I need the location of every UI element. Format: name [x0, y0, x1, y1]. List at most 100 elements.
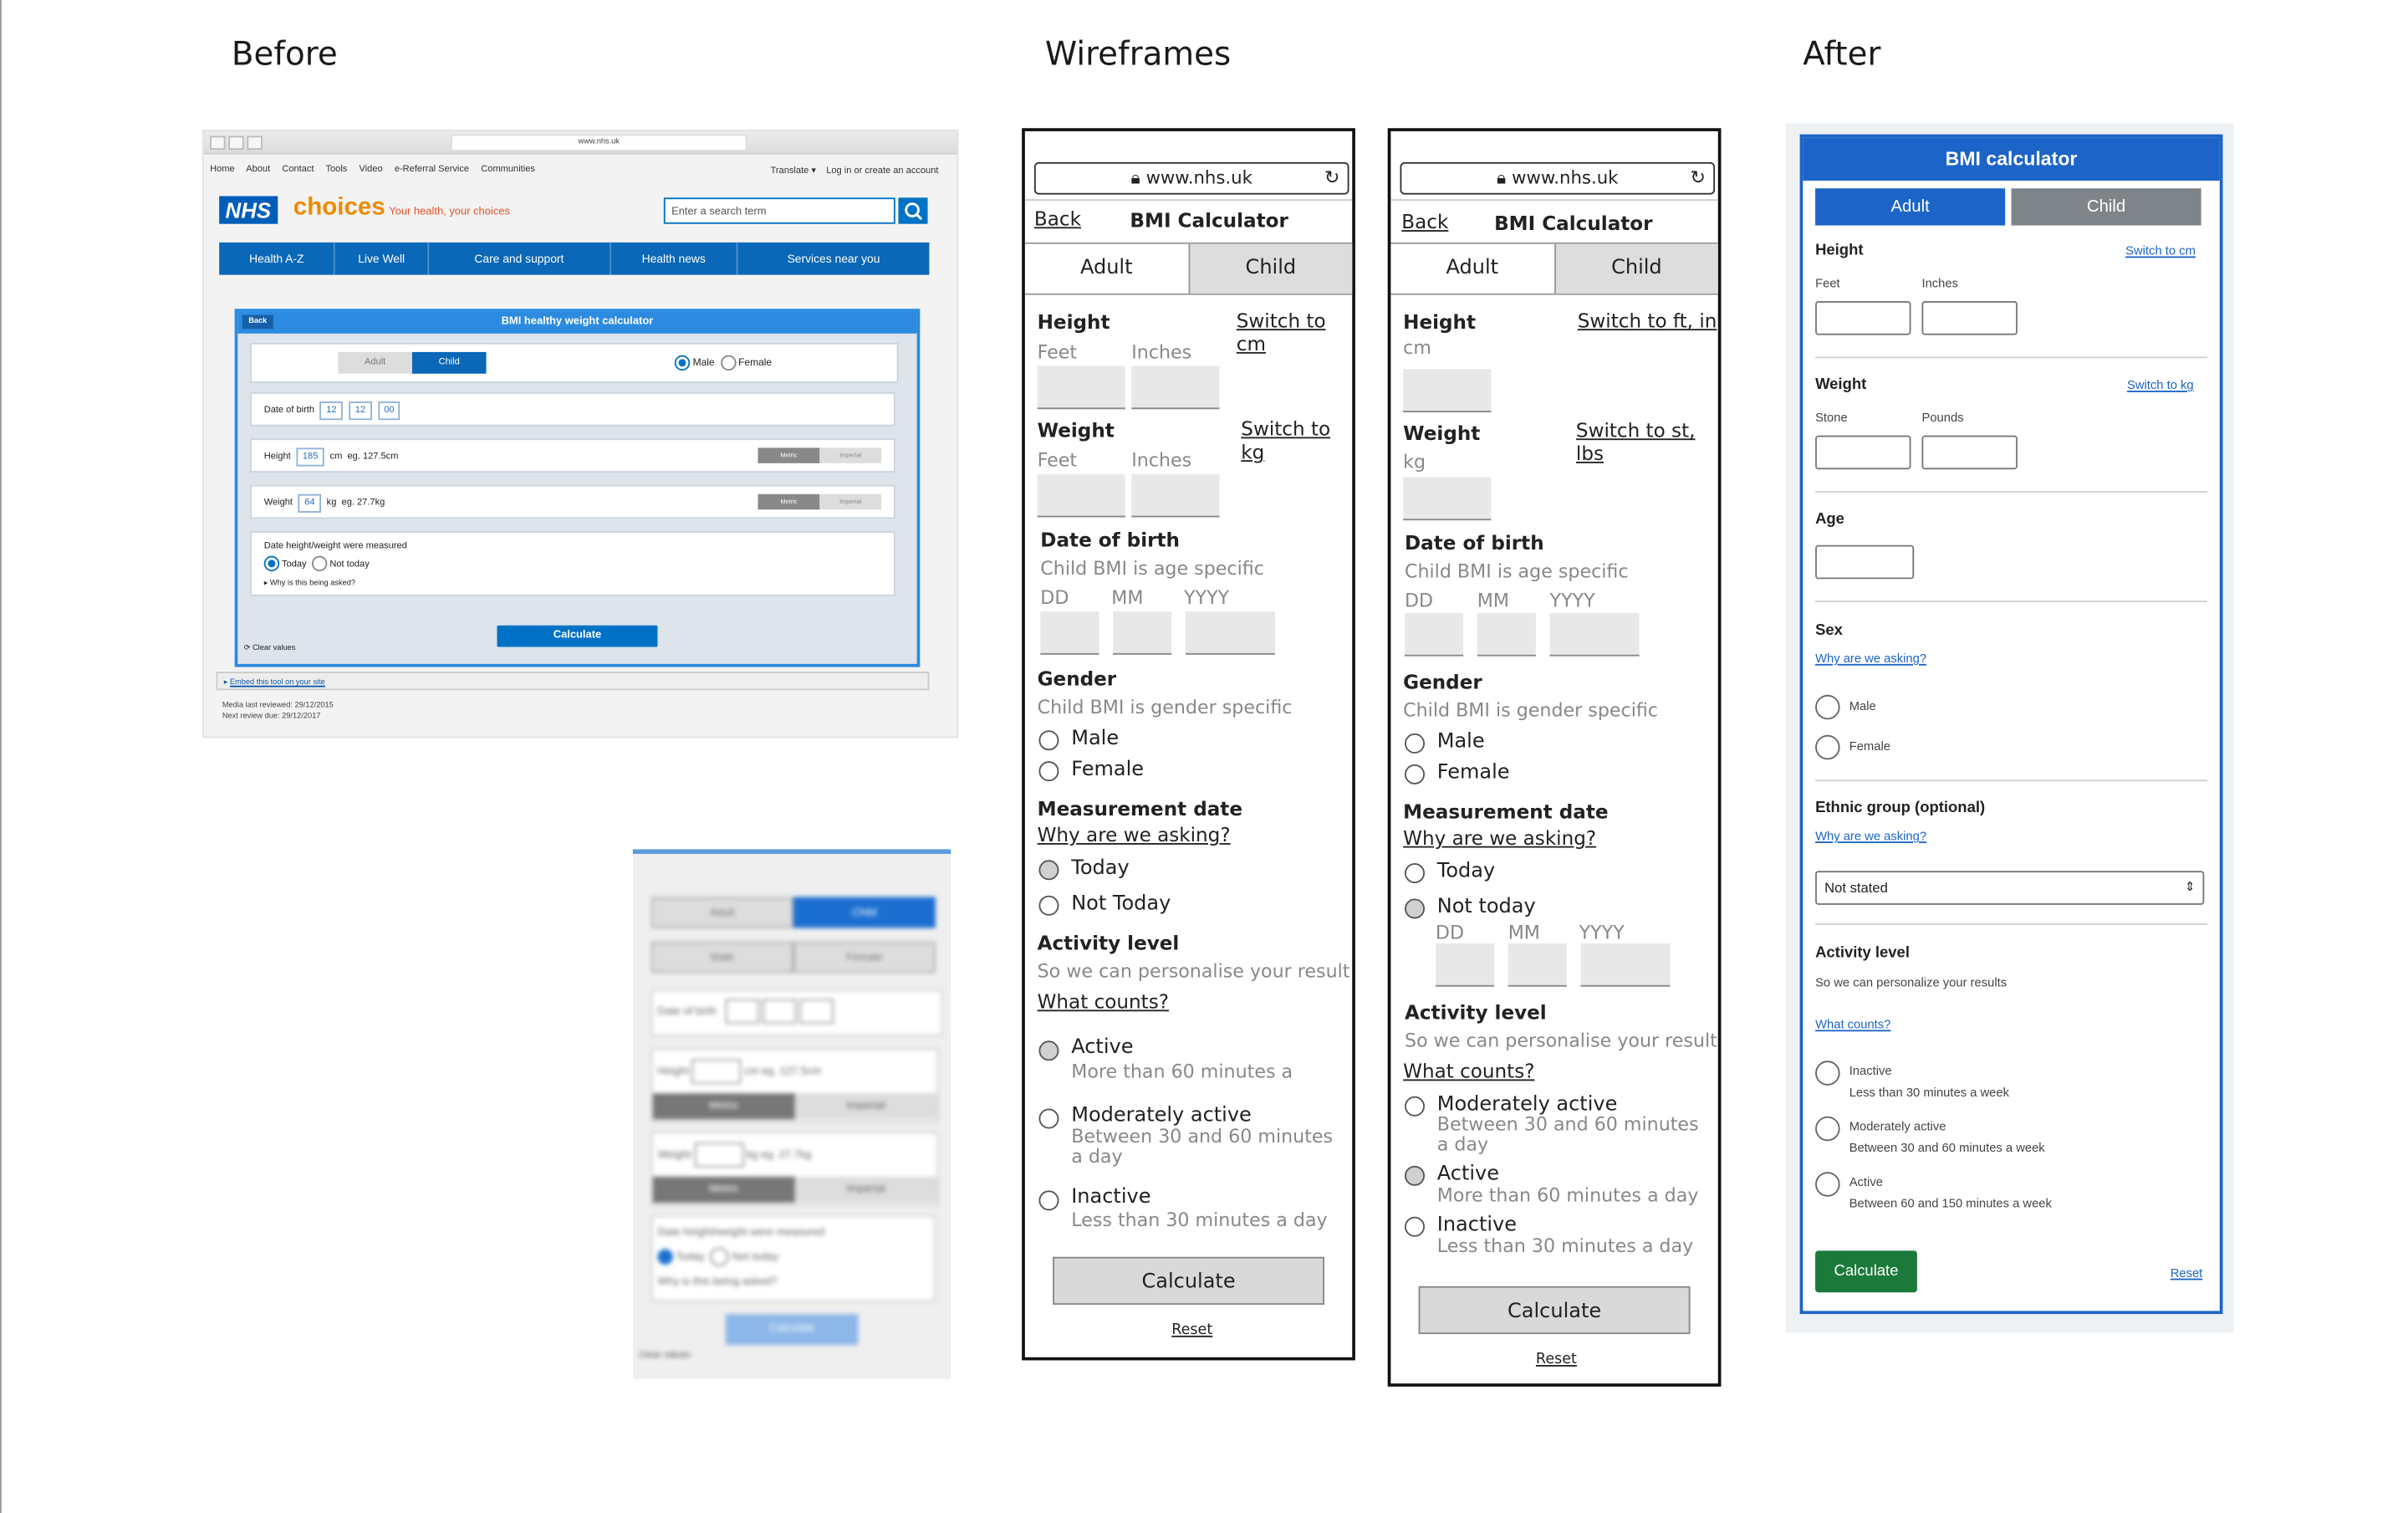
- back-link[interactable]: Back: [1401, 210, 1448, 233]
- imperial-option[interactable]: Imperial: [819, 493, 882, 510]
- weight-switch-link[interactable]: Switch to st, lbs: [1576, 418, 1718, 464]
- dob-day-input[interactable]: [725, 999, 760, 1025]
- child-option[interactable]: Child: [411, 351, 487, 374]
- metric-option[interactable]: Metric: [758, 493, 820, 510]
- active-radio[interactable]: [1038, 1040, 1059, 1061]
- browser-nav-buttons[interactable]: [210, 135, 272, 151]
- height-switch-link[interactable]: Switch to cm: [1237, 309, 1352, 355]
- female-radio[interactable]: [1038, 761, 1059, 782]
- translate-menu[interactable]: Translate ▾: [770, 166, 815, 176]
- reload-icon[interactable]: ↻: [1690, 164, 1706, 193]
- embed-tool-link[interactable]: ▸ Embed this tool on your site: [216, 672, 930, 691]
- why-asked-link[interactable]: ▸ Why is this being asked?: [264, 575, 881, 593]
- top-link[interactable]: Communities: [481, 166, 535, 175]
- nav-item[interactable]: Health news: [611, 242, 738, 275]
- what-counts-link[interactable]: What counts?: [1815, 1018, 1890, 1032]
- nav-item[interactable]: Services near you: [738, 243, 930, 275]
- moderate-radio[interactable]: [1405, 1096, 1426, 1117]
- height-inches-input[interactable]: [1131, 365, 1220, 410]
- calculate-button[interactable]: Calculate: [1418, 1286, 1691, 1335]
- inactive-radio[interactable]: [1405, 1216, 1426, 1237]
- measure-day-input[interactable]: [1435, 943, 1495, 987]
- female-radio[interactable]: [1405, 764, 1426, 785]
- adult-option[interactable]: Adult: [338, 351, 412, 374]
- female-radio[interactable]: [720, 355, 736, 371]
- weight-input[interactable]: [1403, 477, 1492, 521]
- top-link[interactable]: e-Referral Service: [395, 166, 469, 175]
- ethnic-why-link[interactable]: Why are we asking?: [1815, 829, 1926, 843]
- top-link[interactable]: Video: [360, 166, 383, 175]
- why-asking-link[interactable]: Why are we asking?: [1403, 826, 1596, 850]
- female-option[interactable]: Female: [793, 942, 936, 974]
- dob-day-input[interactable]: [1405, 612, 1464, 657]
- reset-link[interactable]: Reset: [2171, 1266, 2203, 1280]
- dob-day-input[interactable]: 12: [319, 401, 343, 421]
- weight-first-input[interactable]: [1037, 473, 1125, 518]
- age-input[interactable]: [1815, 544, 1915, 580]
- today-radio[interactable]: [657, 1249, 673, 1265]
- male-radio[interactable]: [1405, 733, 1426, 754]
- adult-option[interactable]: Adult: [651, 897, 793, 928]
- top-link[interactable]: About: [246, 166, 270, 175]
- calculate-button[interactable]: Calculate: [725, 1314, 859, 1346]
- height-feet-input[interactable]: [1037, 365, 1125, 410]
- why-asking-link[interactable]: Why are we asking?: [1038, 823, 1231, 846]
- back-button[interactable]: Back: [242, 314, 273, 330]
- search-input[interactable]: Enter a search term: [663, 197, 895, 224]
- tab-adult[interactable]: Adult: [1025, 244, 1188, 294]
- inactive-radio[interactable]: [1038, 1190, 1059, 1211]
- today-radio[interactable]: [1038, 860, 1059, 881]
- height-input[interactable]: 185: [296, 447, 324, 467]
- what-counts-link[interactable]: What counts?: [1403, 1059, 1534, 1082]
- male-radio[interactable]: [1815, 694, 1840, 720]
- dob-year-input[interactable]: 00: [377, 401, 400, 421]
- height-switch-link[interactable]: Switch to cm: [2125, 244, 2196, 258]
- imperial-option[interactable]: Imperial: [794, 1093, 937, 1120]
- metric-option[interactable]: Metric: [652, 1176, 795, 1204]
- height-feet-input[interactable]: [1815, 301, 1911, 335]
- what-counts-link[interactable]: What counts?: [1038, 989, 1169, 1013]
- metric-option[interactable]: Metric: [652, 1093, 795, 1120]
- female-radio[interactable]: [1815, 734, 1840, 760]
- why-asked-link[interactable]: Why is this being asked?: [657, 1270, 929, 1296]
- address-bar[interactable]: 🔒︎ www.nhs.uk ↻: [1400, 161, 1716, 195]
- calculate-button[interactable]: Calculate: [1815, 1250, 1917, 1293]
- tab-adult[interactable]: Adult: [1815, 188, 2006, 226]
- weight-input[interactable]: 64: [298, 493, 321, 513]
- active-radio[interactable]: [1815, 1172, 1840, 1197]
- reload-icon[interactable]: ↻: [1324, 164, 1340, 193]
- reset-link[interactable]: Reset: [1171, 1321, 1212, 1338]
- weight-stone-input[interactable]: [1815, 435, 1911, 470]
- top-link[interactable]: Tools: [325, 166, 347, 175]
- nav-item[interactable]: Care and support: [429, 242, 611, 275]
- child-option[interactable]: Child: [793, 897, 936, 928]
- measure-month-input[interactable]: [1508, 943, 1567, 987]
- calculate-button[interactable]: Calculate: [497, 625, 658, 647]
- clear-values-link[interactable]: Clear values: [639, 1351, 691, 1360]
- weight-second-input[interactable]: [1131, 473, 1220, 518]
- login-link[interactable]: Log in or create an account: [826, 166, 938, 176]
- top-link[interactable]: Contact: [282, 166, 314, 175]
- dob-day-input[interactable]: [1040, 611, 1099, 655]
- back-link[interactable]: Back: [1034, 207, 1081, 230]
- not-today-radio[interactable]: [710, 1247, 730, 1267]
- moderate-radio[interactable]: [1815, 1116, 1840, 1142]
- calculate-button[interactable]: Calculate: [1053, 1256, 1325, 1306]
- tab-child[interactable]: Child: [2011, 188, 2201, 226]
- imperial-option[interactable]: Imperial: [819, 447, 882, 463]
- male-option[interactable]: Male: [651, 942, 793, 974]
- search-button[interactable]: [898, 197, 928, 224]
- reset-link[interactable]: Reset: [1536, 1351, 1577, 1367]
- weight-input[interactable]: [694, 1142, 744, 1168]
- male-radio[interactable]: [674, 355, 691, 371]
- nav-item[interactable]: Health A-Z: [219, 242, 336, 275]
- sex-why-link[interactable]: Why are we asking?: [1815, 652, 1926, 666]
- dob-year-input[interactable]: [1549, 612, 1640, 657]
- tab-child[interactable]: Child: [1553, 243, 1718, 294]
- male-radio[interactable]: [1038, 730, 1059, 751]
- today-radio[interactable]: [263, 556, 280, 572]
- dob-year-input[interactable]: [799, 999, 834, 1025]
- dob-month-input[interactable]: [1477, 612, 1536, 657]
- not-today-radio[interactable]: [1038, 895, 1059, 916]
- dob-month-input[interactable]: [1113, 611, 1172, 655]
